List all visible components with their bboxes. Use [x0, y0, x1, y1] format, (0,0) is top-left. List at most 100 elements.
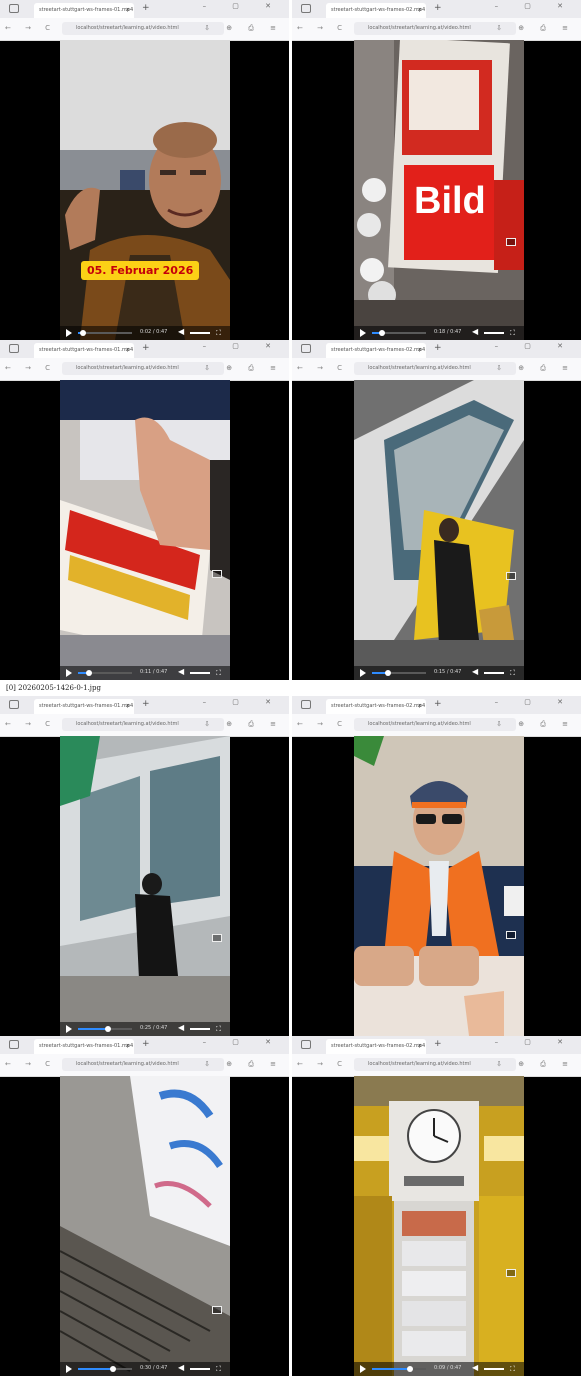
- tab-overview-icon[interactable]: [301, 1040, 311, 1049]
- tab-close-icon[interactable]: ×: [418, 1039, 422, 1054]
- volume-slider[interactable]: [190, 332, 210, 334]
- browser-tab[interactable]: streetart-stuttgart-ws-frames-02.mp4 ×: [326, 1039, 426, 1054]
- volume-slider[interactable]: [190, 672, 210, 674]
- seek-thumb[interactable]: [406, 1366, 413, 1372]
- tab-close-icon[interactable]: ×: [126, 1039, 130, 1054]
- picture-in-picture-icon[interactable]: [506, 238, 516, 246]
- seek-thumb[interactable]: [85, 670, 92, 676]
- nav-buttons[interactable]: ← → C: [5, 24, 56, 32]
- video-player[interactable]: 0:30 / 0:47 ◀ ⛶: [60, 1076, 230, 1376]
- browser-tab[interactable]: streetart-stuttgart-ws-frames-01.mp4 ×: [34, 3, 134, 18]
- window-controls[interactable]: – ▢ ✕: [495, 342, 575, 350]
- nav-buttons[interactable]: ← → C: [297, 720, 348, 728]
- toolbar-icons[interactable]: ⇩ ⊕ ⎙ ≡: [496, 24, 575, 33]
- url-field[interactable]: localhost/streetart/learning.at/video.ht…: [354, 1058, 516, 1071]
- video-player[interactable]: 0:25 / 0:47 ◀ ⛶: [60, 736, 230, 1036]
- volume-icon[interactable]: ◀: [472, 1363, 478, 1372]
- nav-buttons[interactable]: ← → C: [297, 1060, 348, 1068]
- toolbar-icons[interactable]: ⇩ ⊕ ⎙ ≡: [204, 364, 283, 373]
- url-field[interactable]: localhost/streetart/learning.at/video.ht…: [354, 718, 516, 731]
- volume-icon[interactable]: ◀: [472, 667, 478, 676]
- volume-slider[interactable]: [484, 672, 504, 674]
- video-player[interactable]: 0:11 / 0:47 ◀ ⛶: [60, 380, 230, 680]
- play-icon[interactable]: [66, 329, 72, 337]
- url-field[interactable]: localhost/streetart/learning.at/video.ht…: [62, 1058, 224, 1071]
- fullscreen-icon[interactable]: ⛶: [510, 669, 515, 678]
- seek-thumb[interactable]: [378, 330, 385, 336]
- tab-close-icon[interactable]: ×: [418, 3, 422, 18]
- tab-overview-icon[interactable]: [301, 700, 311, 709]
- volume-icon[interactable]: ◀: [178, 327, 184, 336]
- toolbar-icons[interactable]: ⇩ ⊕ ⎙ ≡: [204, 1060, 283, 1069]
- tab-overview-icon[interactable]: [9, 700, 19, 709]
- tab-overview-icon[interactable]: [9, 344, 19, 353]
- browser-tab[interactable]: streetart-stuttgart-ws-frames-02.mp4 ×: [326, 3, 426, 18]
- fullscreen-icon[interactable]: ⛶: [510, 329, 515, 338]
- nav-buttons[interactable]: ← → C: [5, 1060, 56, 1068]
- seek-bar[interactable]: [78, 1026, 132, 1032]
- new-tab-button[interactable]: +: [434, 1039, 442, 1049]
- play-icon[interactable]: [66, 669, 72, 677]
- picture-in-picture-icon[interactable]: [212, 934, 222, 942]
- play-icon[interactable]: [360, 329, 366, 337]
- seek-bar[interactable]: [78, 670, 132, 676]
- play-icon[interactable]: [66, 1365, 72, 1373]
- window-controls[interactable]: – ▢ ✕: [495, 2, 575, 10]
- play-icon[interactable]: [360, 669, 366, 677]
- browser-tab[interactable]: streetart-stuttgart-ws-frames-01.mp4 ×: [34, 343, 134, 358]
- window-controls[interactable]: – ▢ ✕: [203, 698, 283, 706]
- new-tab-button[interactable]: +: [434, 699, 442, 709]
- video-player[interactable]: [354, 736, 524, 1036]
- picture-in-picture-icon[interactable]: [506, 572, 516, 580]
- tab-overview-icon[interactable]: [9, 4, 19, 13]
- new-tab-button[interactable]: +: [434, 343, 442, 353]
- tab-close-icon[interactable]: ×: [126, 343, 130, 358]
- picture-in-picture-icon[interactable]: [506, 1269, 516, 1277]
- volume-slider[interactable]: [190, 1028, 210, 1030]
- nav-buttons[interactable]: ← → C: [297, 24, 348, 32]
- tab-overview-icon[interactable]: [301, 344, 311, 353]
- url-field[interactable]: localhost/streetart/learning.at/video.ht…: [62, 362, 224, 375]
- seek-thumb[interactable]: [80, 330, 87, 336]
- seek-bar[interactable]: [372, 670, 426, 676]
- nav-buttons[interactable]: ← → C: [297, 364, 348, 372]
- nav-buttons[interactable]: ← → C: [5, 720, 56, 728]
- tab-close-icon[interactable]: ×: [418, 699, 422, 714]
- nav-buttons[interactable]: ← → C: [5, 364, 56, 372]
- toolbar-icons[interactable]: ⇩ ⊕ ⎙ ≡: [204, 24, 283, 33]
- url-field[interactable]: localhost/streetart/learning.at/video.ht…: [62, 22, 224, 35]
- browser-tab[interactable]: streetart-stuttgart-ws-frames-01.mp4 ×: [34, 1039, 134, 1054]
- volume-icon[interactable]: ◀: [472, 327, 478, 336]
- url-field[interactable]: localhost/streetart/learning.at/video.ht…: [62, 718, 224, 731]
- seek-thumb[interactable]: [110, 1366, 117, 1372]
- picture-in-picture-icon[interactable]: [212, 570, 222, 578]
- tab-overview-icon[interactable]: [301, 4, 311, 13]
- volume-icon[interactable]: ◀: [178, 1023, 184, 1032]
- volume-icon[interactable]: ◀: [178, 1363, 184, 1372]
- video-player[interactable]: Bild 0:18 / 0:47 ◀ ⛶: [354, 40, 524, 340]
- volume-slider[interactable]: [484, 332, 504, 334]
- toolbar-icons[interactable]: ⇩ ⊕ ⎙ ≡: [496, 364, 575, 373]
- window-controls[interactable]: – ▢ ✕: [495, 1038, 575, 1046]
- video-player[interactable]: 0:09 / 0:47 ◀ ⛶: [354, 1076, 524, 1376]
- tab-close-icon[interactable]: ×: [126, 699, 130, 714]
- seek-bar[interactable]: [372, 330, 426, 336]
- play-icon[interactable]: [360, 1365, 366, 1373]
- window-controls[interactable]: – ▢ ✕: [495, 698, 575, 706]
- video-player[interactable]: 0:15 / 0:47 ◀ ⛶: [354, 380, 524, 680]
- browser-tab[interactable]: streetart-stuttgart-ws-frames-02.mp4 ×: [326, 343, 426, 358]
- seek-bar[interactable]: [78, 330, 132, 336]
- tab-close-icon[interactable]: ×: [418, 343, 422, 358]
- url-field[interactable]: localhost/streetart/learning.at/video.ht…: [354, 362, 516, 375]
- new-tab-button[interactable]: +: [142, 3, 150, 13]
- new-tab-button[interactable]: +: [142, 1039, 150, 1049]
- fullscreen-icon[interactable]: ⛶: [216, 669, 221, 678]
- tab-overview-icon[interactable]: [9, 1040, 19, 1049]
- window-controls[interactable]: – ▢ ✕: [203, 1038, 283, 1046]
- tab-close-icon[interactable]: ×: [126, 3, 130, 18]
- browser-tab[interactable]: streetart-stuttgart-ws-frames-01.mp4 ×: [34, 699, 134, 714]
- fullscreen-icon[interactable]: ⛶: [216, 329, 221, 338]
- toolbar-icons[interactable]: ⇩ ⊕ ⎙ ≡: [204, 720, 283, 729]
- volume-icon[interactable]: ◀: [178, 667, 184, 676]
- window-controls[interactable]: – ▢ ✕: [203, 342, 283, 350]
